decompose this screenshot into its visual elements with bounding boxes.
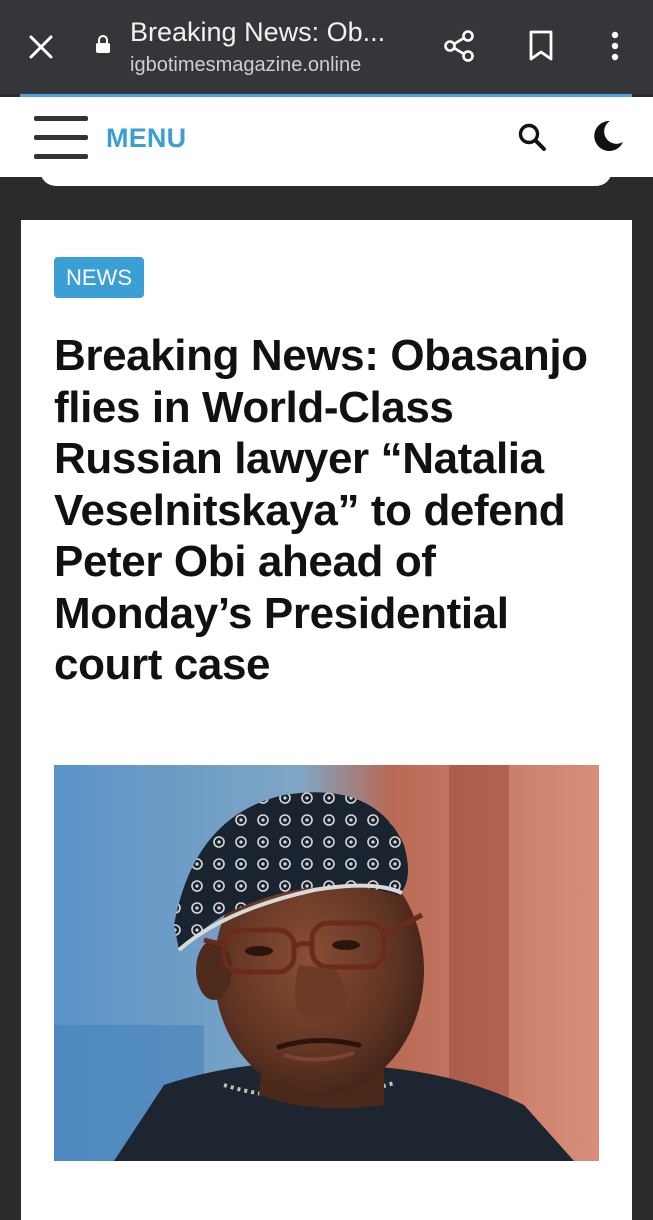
share-icon[interactable] — [440, 27, 478, 65]
menu-button[interactable]: MENU — [106, 123, 186, 154]
header-dropdown-edge — [40, 166, 612, 186]
page-title[interactable]: Breaking News: Ob... — [130, 17, 385, 48]
lock-icon — [95, 34, 111, 54]
search-icon[interactable] — [516, 121, 550, 155]
site-header: MENU — [0, 97, 653, 177]
browser-toolbar: Breaking News: Ob... igbotimesmagazine.o… — [0, 0, 653, 94]
article-headline: Breaking News: Obasanjo flies in World-C… — [54, 331, 588, 689]
more-vert-icon[interactable] — [596, 27, 634, 65]
article-image — [54, 765, 599, 1161]
hamburger-icon[interactable] — [34, 116, 88, 160]
bookmark-icon[interactable] — [522, 27, 560, 65]
page-url[interactable]: igbotimesmagazine.online — [130, 54, 361, 77]
close-icon[interactable] — [22, 28, 60, 66]
dark-mode-icon[interactable] — [588, 117, 626, 155]
category-badge[interactable]: NEWS — [54, 257, 144, 298]
article-card: NEWS Breaking News: Obasanjo flies in Wo… — [21, 220, 632, 1220]
